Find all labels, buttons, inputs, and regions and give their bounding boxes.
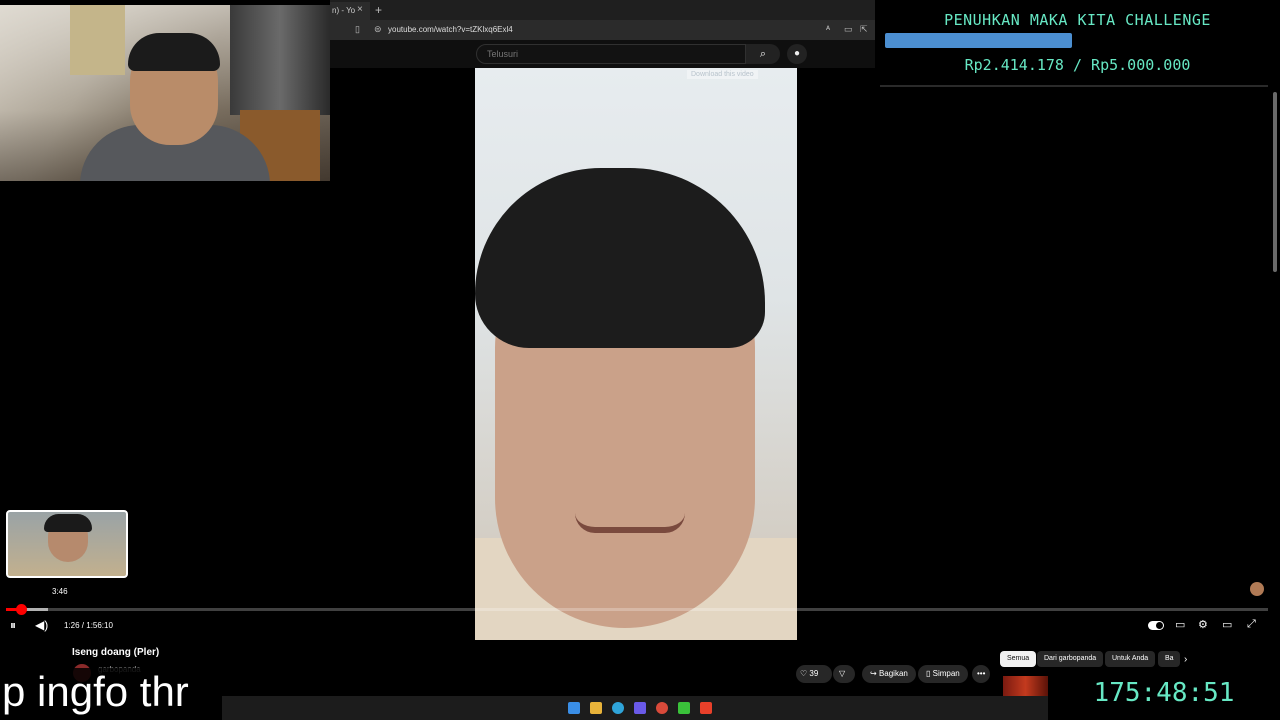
site-info-icon[interactable]: ⊜ (374, 24, 382, 35)
page-scrollbar[interactable] (1273, 92, 1277, 272)
file-explorer-icon[interactable] (590, 702, 602, 714)
settings-icon[interactable]: ⚙ (1198, 618, 1208, 631)
progress-scrubber-handle[interactable] (16, 604, 27, 615)
search-button[interactable]: ⌕ (746, 44, 780, 64)
search-input[interactable]: Telusuri (476, 44, 746, 64)
address-bar[interactable]: ▯ ⊜ youtube.com/watch?v=tZKlxq6Exl4 ᴬ ▭ … (330, 20, 875, 40)
translate-icon[interactable]: ᴬ (826, 24, 830, 34)
brave-browser-icon[interactable] (700, 702, 712, 714)
mic-button[interactable]: ● (787, 44, 807, 64)
media-app-icon[interactable] (678, 702, 690, 714)
save-button[interactable]: ▯ Simpan (918, 665, 968, 683)
more-actions-button[interactable]: ••• (972, 665, 991, 683)
webcam-curtain (70, 5, 125, 75)
share-page-icon[interactable]: ⇱ (860, 24, 868, 35)
video-player[interactable]: Download this video (475, 68, 797, 640)
preview-hair (44, 514, 92, 532)
challenge-title: PENUHKAN MAKA KITA CHALLENGE (944, 11, 1211, 29)
save-label: Simpan (932, 669, 960, 678)
chip-untuk-anda[interactable]: Untuk Anda (1105, 651, 1156, 667)
browser-tabstrip: n) - Yo × + (330, 0, 875, 20)
url-text[interactable]: youtube.com/watch?v=tZKlxq6Exl4 (388, 25, 513, 34)
cast-icon[interactable]: ▭ (844, 24, 853, 35)
progress-track[interactable] (6, 608, 1268, 611)
mic-icon: ● (793, 48, 801, 59)
share-button[interactable]: ↪ Bagikan (862, 665, 916, 683)
pause-icon[interactable]: ⏸ (10, 618, 16, 633)
search-icon: ⌕ (759, 48, 767, 60)
browser-tab[interactable]: n) - Yo (330, 2, 370, 20)
like-icon: ♡ (800, 669, 808, 678)
chip-more[interactable]: Ba (1158, 651, 1180, 667)
search-placeholder: Telusuri (487, 49, 519, 59)
viewer-avatar (1250, 582, 1264, 596)
autoplay-toggle-knob (1156, 622, 1163, 629)
share-icon: ↪ (870, 669, 879, 678)
tab-close-icon[interactable]: × (357, 4, 363, 15)
theater-mode-icon[interactable]: ▭ (1222, 618, 1232, 631)
chip-semua[interactable]: Semua (1000, 651, 1037, 667)
webcam-feed (0, 5, 330, 181)
stream-timer: 175:48:51 (1048, 670, 1280, 716)
bookmark-icon[interactable]: ▯ (355, 24, 360, 35)
stream-scene: n) - Yo × + ▯ ⊜ youtube.com/watch?v=tZKl… (0, 0, 1280, 720)
webcam-coats (230, 5, 330, 115)
dislike-icon: ▽ (839, 669, 846, 678)
subtitles-icon[interactable]: ▭ (1175, 618, 1185, 631)
download-video-label[interactable]: Download this video (687, 70, 758, 79)
tab-title: n) - Yo (332, 6, 356, 15)
stream-caption: p ingfo thr (0, 668, 222, 716)
fullscreen-icon[interactable]: ⤢ (1247, 618, 1256, 631)
edge-browser-icon[interactable] (612, 702, 624, 714)
recommended-video-thumbnail[interactable] (1003, 676, 1048, 696)
chip-dari-garbopanda[interactable]: Dari garbopanda (1037, 651, 1104, 667)
streamer-hair (128, 33, 220, 71)
overlay-divider (880, 85, 1268, 87)
windows-start-icon[interactable] (568, 702, 580, 714)
chrome-icon[interactable] (656, 702, 668, 714)
video-subject-smile (575, 513, 685, 533)
discord-icon[interactable] (634, 702, 646, 714)
like-count: 39 (809, 669, 819, 678)
youtube-header: Telusuri ⌕ ● (330, 40, 875, 68)
seek-preview-thumbnail (6, 510, 128, 578)
challenge-progress-bar (885, 33, 1072, 48)
challenge-overlay: PENUHKAN MAKA KITA CHALLENGE Rp2.414.178… (875, 3, 1280, 85)
save-icon: ▯ (926, 669, 933, 678)
chevron-right-icon[interactable]: › (1184, 654, 1187, 665)
new-tab-button[interactable]: + (375, 3, 382, 17)
video-title: Iseng doang (Pler) (72, 647, 160, 658)
time-display: 1:26 / 1:56:10 (64, 621, 113, 630)
preview-timestamp: 3:46 (52, 587, 68, 596)
like-button[interactable]: ♡ 39 (796, 665, 832, 683)
challenge-amount: Rp2.414.178 / Rp5.000.000 (964, 56, 1191, 74)
dislike-button[interactable]: ▽ (833, 665, 855, 683)
share-label: Bagikan (878, 669, 908, 678)
more-icon: ••• (977, 669, 986, 678)
volume-icon[interactable]: ◀) (35, 618, 48, 632)
video-subject-hair (475, 168, 765, 348)
